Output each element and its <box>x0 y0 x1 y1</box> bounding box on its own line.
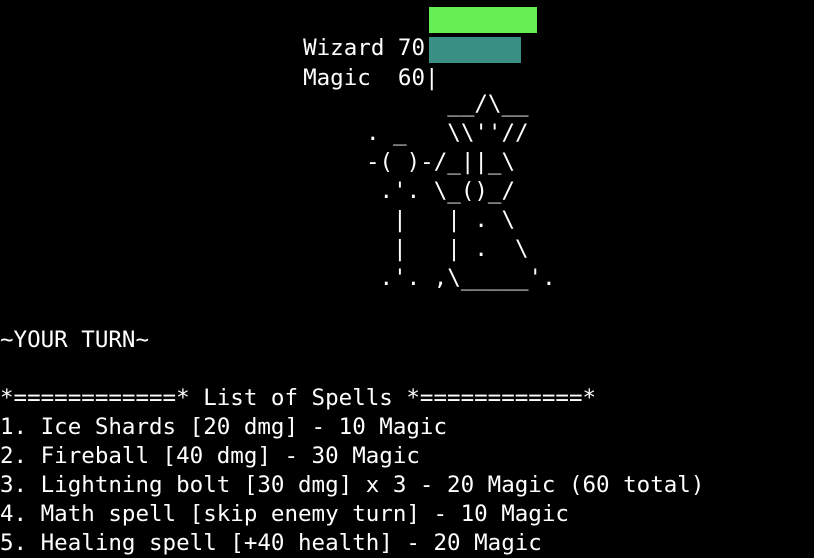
magic-bar <box>429 37 521 63</box>
magic-separator: | <box>425 65 439 91</box>
magic-value: 60 <box>397 65 426 91</box>
spell-item-healing-spell: 5. Healing spell [+40 health] - 20 Magic <box>0 530 542 556</box>
spell-item-math-spell: 4. Math spell [skip enemy turn] - 10 Mag… <box>0 501 569 527</box>
spell-list-header: *============* List of Spells *=========… <box>0 385 597 411</box>
wizard-health-bar <box>429 7 537 33</box>
magic-row: Magic 60| <box>276 35 438 91</box>
spell-item-fireball: 2. Fireball [40 dmg] - 30 Magic <box>0 443 420 469</box>
wizard-ascii-art: __/\__ . _ \\''// -( )-/_||_\ .'. \_()_/… <box>366 91 556 291</box>
turn-banner: ~YOUR TURN~ <box>0 327 150 353</box>
wizard-health-row: Wizard 70| <box>276 5 438 61</box>
spell-item-lightning-bolt: 3. Lightning bolt [30 dmg] x 3 - 20 Magi… <box>0 472 705 498</box>
spell-item-ice-shards: 1. Ice Shards [20 dmg] - 10 Magic <box>0 414 448 440</box>
magic-label: Magic <box>303 65 371 91</box>
